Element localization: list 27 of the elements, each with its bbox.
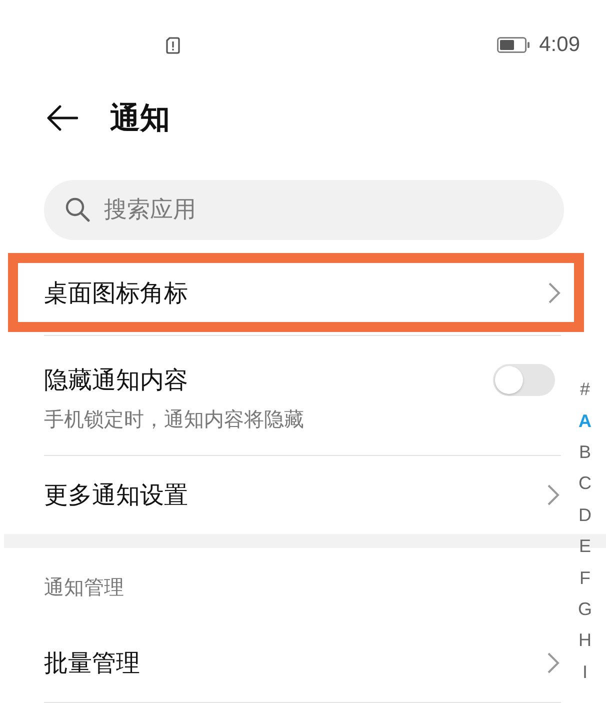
- menu-row[interactable]: 更多通知设置: [44, 456, 561, 534]
- battery-icon: [497, 37, 530, 53]
- search-icon: [65, 197, 90, 222]
- index-letter[interactable]: A: [578, 405, 592, 437]
- back-arrow-icon[interactable]: [47, 105, 78, 131]
- setting-description: 手机锁定时，通知内容将隐藏: [44, 406, 304, 433]
- toggle-switch[interactable]: [493, 364, 555, 396]
- index-letter[interactable]: #: [580, 374, 590, 406]
- index-letter[interactable]: I: [582, 656, 588, 688]
- index-letter[interactable]: D: [578, 500, 592, 531]
- index-letter[interactable]: F: [580, 562, 590, 594]
- chevron-icon: [548, 282, 561, 304]
- index-letter[interactable]: C: [578, 468, 592, 500]
- page-title: 通知: [110, 100, 170, 138]
- chevron-icon: [547, 484, 560, 506]
- search-field[interactable]: 搜索应用: [44, 180, 564, 240]
- setting-label: 隐藏通知内容: [44, 365, 188, 396]
- index-letter[interactable]: H: [578, 625, 592, 657]
- section-header: 通知管理: [44, 574, 124, 600]
- index-letter[interactable]: B: [578, 436, 591, 468]
- index-letter[interactable]: E: [578, 530, 591, 562]
- highlighted-menu-row[interactable]: 桌面图标角标: [8, 253, 584, 332]
- menu-row[interactable]: 批量管理: [44, 624, 561, 702]
- status-time: 4:09: [539, 33, 580, 57]
- sim-alert-icon: [166, 36, 180, 54]
- index-letter[interactable]: G: [578, 594, 592, 626]
- chevron-icon: [547, 652, 560, 674]
